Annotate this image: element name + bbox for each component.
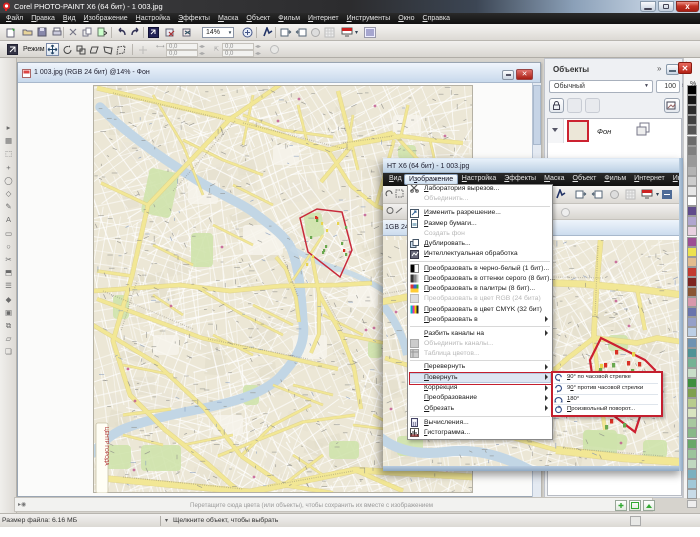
svg-text:ЦЕНТР ГОРОДА: ЦЕНТР ГОРОДА: [103, 427, 109, 466]
